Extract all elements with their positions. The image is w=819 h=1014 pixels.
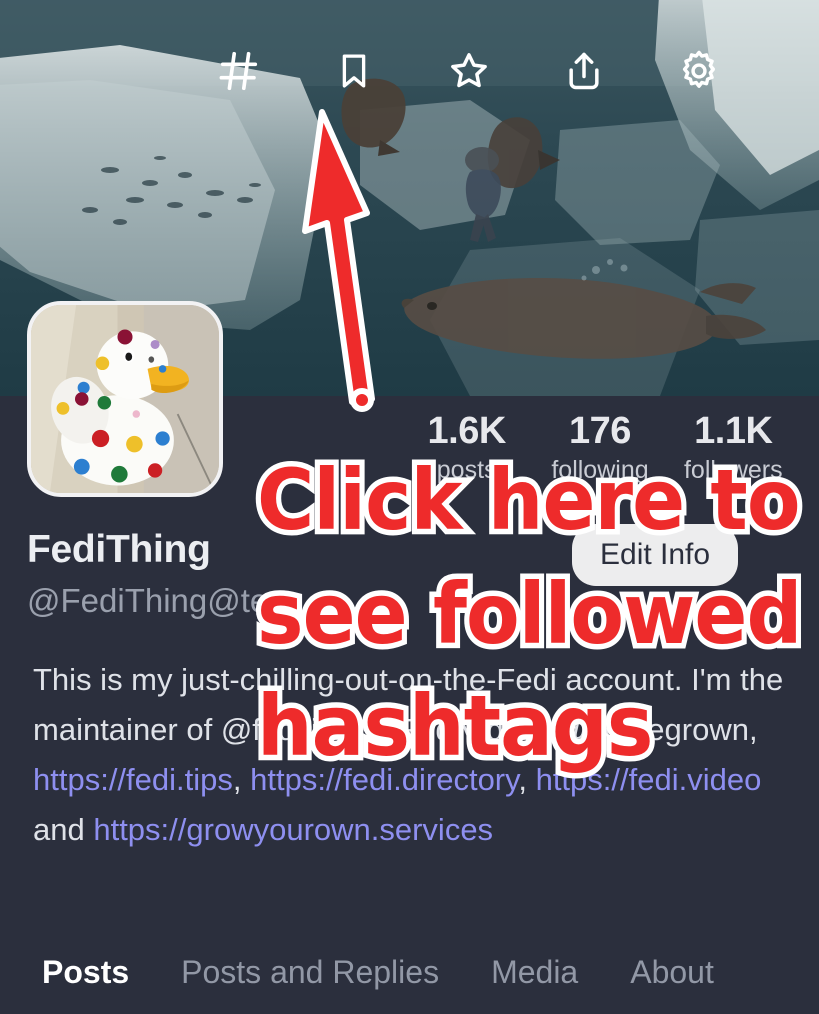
bio-link-fedi-directory[interactable]: https://fedi.directory bbox=[250, 762, 518, 797]
bio-text-9: , bbox=[232, 762, 251, 797]
profile-header-actions bbox=[0, 36, 819, 106]
profile-tabs: Posts Posts and Replies Media About bbox=[0, 930, 819, 1014]
profile-bio: This is my just-chilling-out-on-the-Fedi… bbox=[33, 655, 788, 855]
stat-following-value: 176 bbox=[569, 410, 631, 452]
stat-posts-value: 1.6K bbox=[427, 410, 507, 452]
star-icon[interactable] bbox=[443, 45, 495, 97]
stat-posts[interactable]: 1.6K posts bbox=[400, 410, 533, 486]
bio-text-5: , bbox=[538, 712, 556, 747]
bio-mention-feditips[interactable]: @fe bbox=[221, 712, 278, 747]
avatar-image bbox=[31, 305, 219, 493]
bio-mention-homegrown[interactable]: @homegrown bbox=[556, 712, 749, 747]
tab-posts-and-replies[interactable]: Posts and Replies bbox=[181, 954, 439, 991]
bio-text-1: ner of bbox=[132, 712, 221, 747]
bio-text-11: , bbox=[518, 762, 536, 797]
bookmark-icon[interactable] bbox=[328, 45, 380, 97]
bio-text-7: , bbox=[748, 712, 758, 747]
tab-about[interactable]: About bbox=[630, 954, 714, 991]
stat-posts-label: posts bbox=[436, 455, 497, 484]
bio-link-fedi-tips[interactable]: https://fedi.tips bbox=[33, 762, 233, 797]
bio-link-growyourown[interactable]: https://growyourown.services bbox=[93, 812, 493, 847]
bio-mention-fedivideo[interactable]: @FediVideo bbox=[368, 712, 539, 747]
edit-info-button[interactable]: Edit Info bbox=[572, 524, 739, 586]
tab-posts[interactable]: Posts bbox=[42, 954, 129, 991]
stat-following-label: following bbox=[551, 455, 649, 484]
hashtag-icon[interactable] bbox=[213, 45, 265, 97]
profile-screen: 1.6K posts 176 following 1.1K followers … bbox=[0, 0, 819, 1014]
stat-following[interactable]: 176 following bbox=[533, 410, 666, 486]
display-name: FediThing bbox=[27, 528, 211, 571]
bio-link-fedi-video[interactable]: https://fedi.video bbox=[536, 762, 762, 797]
stat-followers-label: followers bbox=[683, 455, 783, 484]
stat-followers[interactable]: 1.1K followers bbox=[667, 410, 800, 486]
profile-stats: 1.6K posts 176 following 1.1K followers bbox=[400, 410, 800, 486]
share-icon[interactable] bbox=[558, 45, 610, 97]
account-handle: @FediThing@te bbox=[27, 582, 269, 619]
bio-text-3: ditips, bbox=[278, 712, 368, 747]
bio-text-13: and bbox=[33, 812, 94, 847]
gear-icon[interactable] bbox=[673, 45, 725, 97]
avatar[interactable] bbox=[27, 301, 223, 497]
tab-media[interactable]: Media bbox=[491, 954, 578, 991]
stat-followers-value: 1.1K bbox=[694, 410, 773, 452]
